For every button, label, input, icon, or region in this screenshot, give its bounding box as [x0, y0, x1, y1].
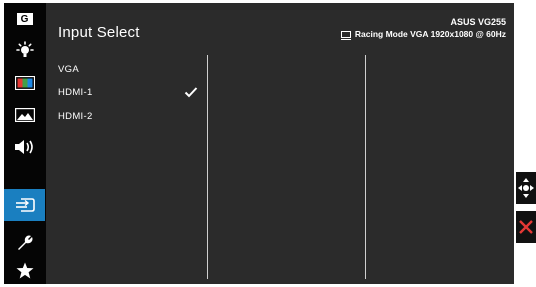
brightness-icon [15, 41, 34, 57]
mode-status: Racing Mode VGA 1920x1080 @ 60Hz [340, 29, 506, 40]
sound-icon [14, 140, 33, 154]
sidebar-item-input-select[interactable] [4, 189, 45, 221]
sidebar-item-picture[interactable] [4, 99, 45, 131]
gaming-g-icon: G [16, 13, 33, 25]
monitor-model: ASUS VG255 [450, 17, 506, 27]
column-divider-2 [365, 55, 366, 279]
input-select-icon [15, 198, 35, 212]
sidebar-item-gaming[interactable]: G [4, 3, 45, 35]
monitor-icon [340, 30, 351, 40]
osd-main-panel: Input Select ASUS VG255 Racing Mode VGA … [46, 3, 514, 284]
mode-info-text: Racing Mode VGA 1920x1080 @ 60Hz [354, 29, 506, 39]
navigation-joystick-icon [518, 178, 534, 198]
osd-sidebar: G [4, 3, 45, 284]
favorite-star-icon [16, 262, 33, 279]
checkmark-icon [184, 87, 198, 98]
sidebar-item-sound[interactable] [4, 131, 45, 163]
option-vga[interactable]: VGA [58, 64, 79, 75]
column-divider-1 [207, 55, 208, 279]
page-title: Input Select [58, 24, 140, 41]
close-icon [519, 220, 533, 234]
color-icon [14, 76, 35, 90]
close-control[interactable] [516, 211, 536, 243]
sidebar-item-color[interactable] [4, 67, 45, 99]
image-icon [14, 108, 35, 122]
option-hdmi-2[interactable]: HDMI-2 [58, 111, 93, 122]
option-hdmi-1[interactable]: HDMI-1 [58, 87, 93, 98]
system-setup-icon [17, 235, 32, 250]
navigation-control[interactable] [516, 172, 536, 204]
sidebar-item-favorite[interactable] [4, 257, 45, 284]
sidebar-item-image[interactable] [4, 35, 45, 67]
sidebar-item-system-setup[interactable] [4, 227, 45, 259]
